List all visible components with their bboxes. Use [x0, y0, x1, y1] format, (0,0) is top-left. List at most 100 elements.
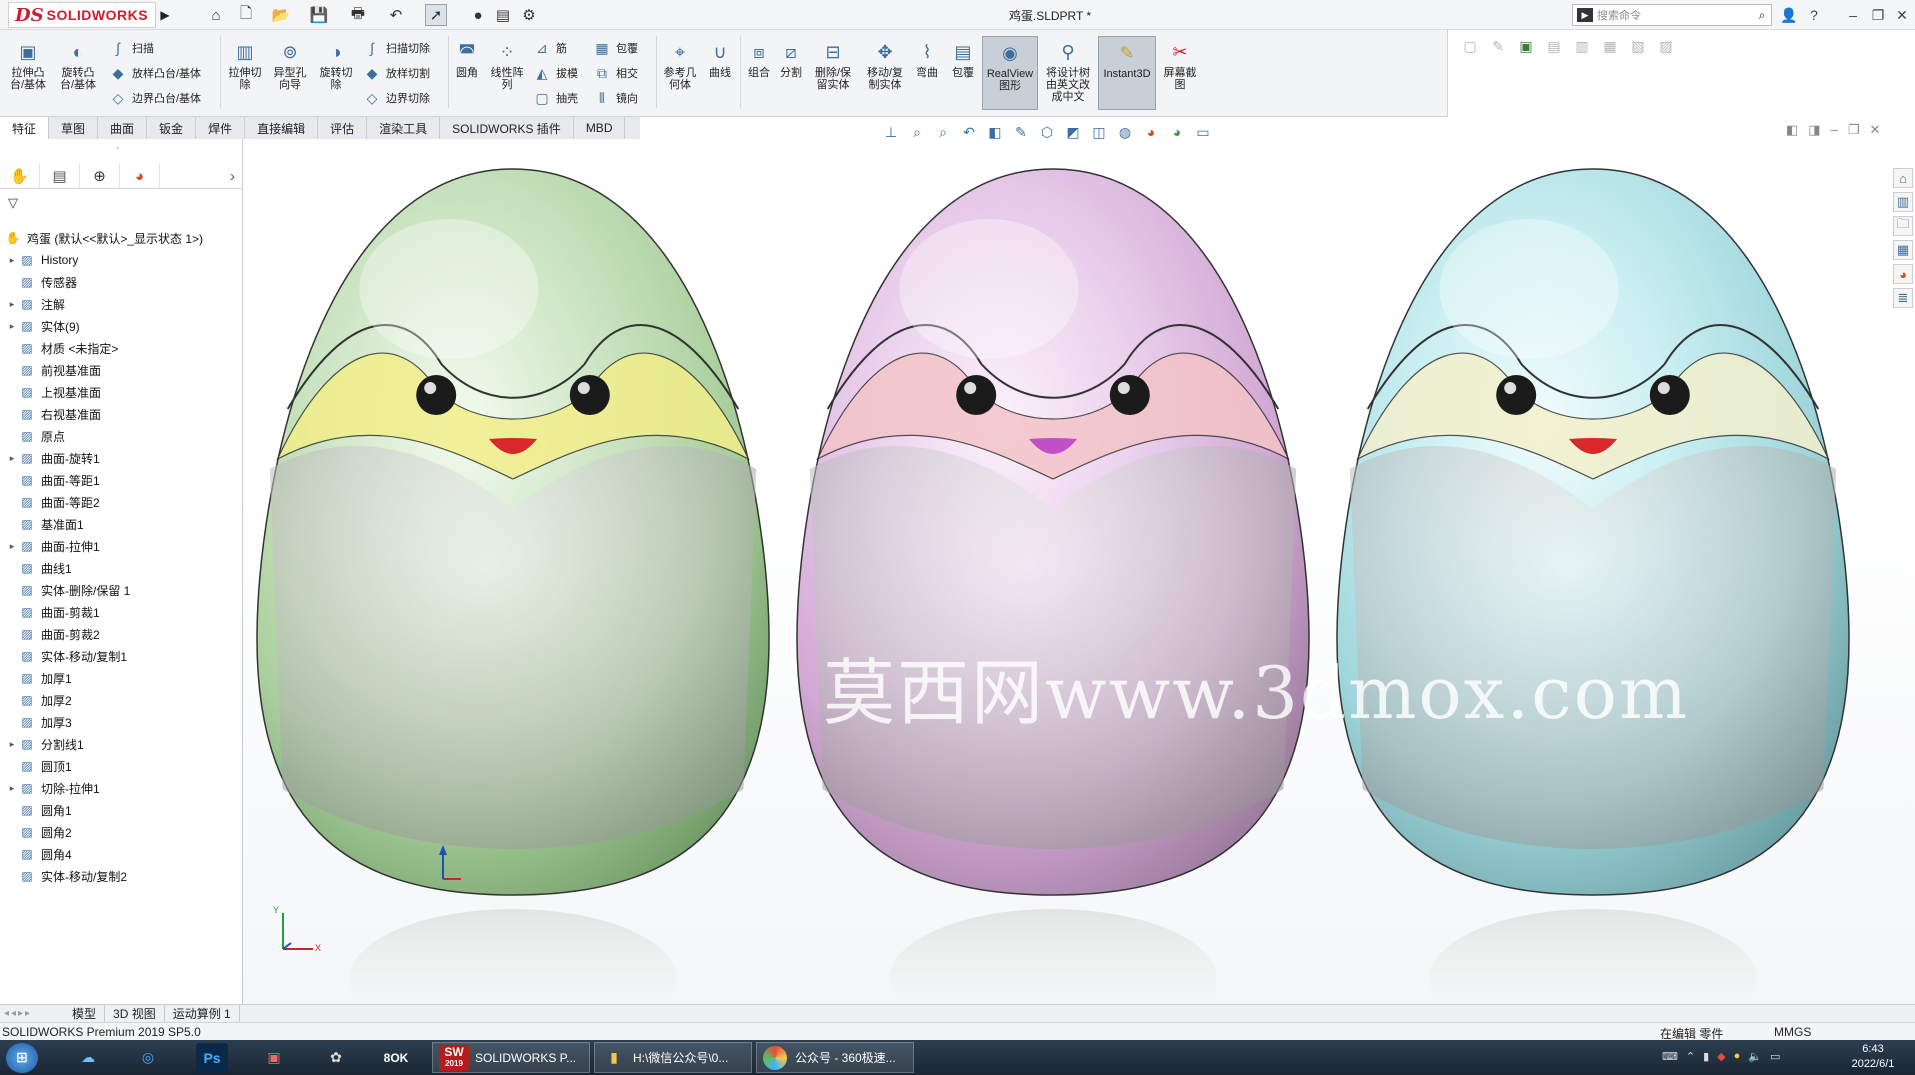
- minimize-icon[interactable]: –: [1842, 4, 1864, 26]
- taskbar-window-solidworks[interactable]: SW 2019 SOLIDWORKS P...: [432, 1042, 590, 1073]
- hide-show-icon[interactable]: ◫: [1088, 122, 1110, 142]
- view-palette-icon[interactable]: ▦: [1893, 240, 1913, 260]
- curves-button[interactable]: ∪ 曲线: [704, 40, 736, 79]
- toolbar-tool-icon[interactable]: ▦: [1599, 36, 1621, 56]
- tab-sheet-metal[interactable]: 钣金: [147, 117, 197, 139]
- tree-item[interactable]: ▨ 加厚3: [0, 711, 243, 733]
- rebuild-icon[interactable]: ●: [467, 4, 489, 26]
- print-icon[interactable]: 🖶: [347, 4, 369, 26]
- tab-direct-editing[interactable]: 直接编辑: [245, 117, 319, 139]
- expand-arrow-icon[interactable]: ▸: [6, 299, 18, 310]
- view-triad-icon[interactable]: [282, 913, 313, 950]
- tree-item[interactable]: ▸ ▨ 注解: [0, 293, 243, 315]
- tree-root[interactable]: ✋ 鸡蛋 (默认<<默认>_显示状态 1>): [4, 227, 244, 249]
- revolve-boss-button[interactable]: ◐ 旋转凸 台/基体: [56, 40, 100, 91]
- solidworks-resources-icon[interactable]: ⌂: [1893, 168, 1913, 188]
- cyan-egg[interactable]: [1336, 168, 1850, 1005]
- tab-solidworks-addins[interactable]: SOLIDWORKS 插件: [440, 117, 574, 139]
- toolbar-tool-icon[interactable]: ▥: [1571, 36, 1593, 56]
- zoom-area-icon[interactable]: ⌕: [932, 122, 954, 142]
- expand-arrow-icon[interactable]: ▸: [6, 453, 18, 464]
- expand-arrow-icon[interactable]: ▸: [6, 255, 18, 266]
- help-icon[interactable]: ?: [1803, 4, 1825, 26]
- menu-expand-icon[interactable]: ▶: [160, 7, 170, 23]
- hole-wizard-button[interactable]: ⊚ 异型孔 向导: [268, 40, 312, 91]
- tree-item[interactable]: ▨ 圆角4: [0, 843, 243, 865]
- save-icon[interactable]: 💾: [308, 4, 330, 26]
- apply-scene-icon[interactable]: ◕: [1140, 122, 1162, 142]
- swept-cut-button[interactable]: ∫ 扫描切除: [362, 38, 430, 58]
- expand-arrow-icon[interactable]: ▸: [6, 783, 18, 794]
- toolbar-tool-icon[interactable]: ▧: [1627, 36, 1649, 56]
- taskbar-app-onedrive[interactable]: ☁: [72, 1042, 104, 1073]
- view-cube-icon[interactable]: ⬡: [1036, 122, 1058, 142]
- tree-item[interactable]: ▨ 曲面-剪裁1: [0, 601, 243, 623]
- file-explorer-icon[interactable]: 🗀: [1893, 216, 1913, 236]
- sweep-button[interactable]: ∫ 扫描: [108, 38, 154, 58]
- pink-egg[interactable]: [796, 168, 1310, 1005]
- tree-item[interactable]: ▨ 实体-移动/复制1: [0, 645, 243, 667]
- tree-item[interactable]: ▨ 上视基准面: [0, 381, 243, 403]
- restore-icon[interactable]: ❐: [1867, 4, 1889, 26]
- translate-tree-button[interactable]: ⚲ 将设计树 由英文改 成中文: [1042, 40, 1094, 103]
- home-icon[interactable]: ⌂: [205, 4, 227, 26]
- new-document-icon[interactable]: 🗋: [235, 4, 257, 26]
- graphics-area[interactable]: Y X 莫西网www.3dmox.com: [243, 139, 1915, 1005]
- tree-item[interactable]: ▸ ▨ 切除-拉伸1: [0, 777, 243, 799]
- instant3d-button[interactable]: ✎ Instant3D: [1098, 36, 1156, 110]
- tree-item[interactable]: ▸ ▨ 分割线1: [0, 733, 243, 755]
- tree-item[interactable]: ▨ 实体-删除/保留 1: [0, 579, 243, 601]
- tree-item[interactable]: ▨ 曲面-等距2: [0, 491, 243, 513]
- tree-item[interactable]: ▨ 加厚2: [0, 689, 243, 711]
- tree-item[interactable]: ▸ ▨ 曲面-拉伸1: [0, 535, 243, 557]
- boundary-boss-button[interactable]: ◇ 边界凸台/基体: [108, 88, 201, 108]
- tree-item[interactable]: ▨ 实体-移动/复制2: [0, 865, 243, 887]
- tab-evaluate[interactable]: 评估: [318, 117, 368, 139]
- fillet-button[interactable]: ◚ 圆角: [452, 40, 482, 79]
- revolve-cut-button[interactable]: ◑ 旋转切 除: [314, 40, 358, 91]
- tree-item[interactable]: ▨ 曲面-等距1: [0, 469, 243, 491]
- keyboard-icon[interactable]: ⌨: [1662, 1050, 1678, 1063]
- tree-item[interactable]: ▸ ▨ 曲面-旋转1: [0, 447, 243, 469]
- feature-tree-tab-icon[interactable]: ✋: [0, 163, 40, 189]
- view-orientation-icon[interactable]: ⊥: [880, 122, 902, 142]
- toolbar-tool-icon[interactable]: ✎: [1487, 36, 1509, 56]
- toolbar-tool-icon[interactable]: ▢: [1459, 36, 1481, 56]
- wrap-button[interactable]: ▦ 包覆: [592, 38, 638, 58]
- boundary-cut-button[interactable]: ◇ 边界切除: [362, 88, 430, 108]
- display-style-icon[interactable]: ◩: [1062, 122, 1084, 142]
- undo-icon[interactable]: ↶: [385, 4, 407, 26]
- security-icon[interactable]: ◆: [1717, 1050, 1725, 1063]
- file-properties-icon[interactable]: ▤: [492, 4, 514, 26]
- filter-icon[interactable]: ▽: [8, 195, 18, 211]
- taskbar-app-paint[interactable]: ▣: [258, 1042, 290, 1073]
- property-manager-tab-icon[interactable]: ▤: [40, 163, 80, 189]
- tab-3d-views[interactable]: 3D 视图: [105, 1004, 165, 1023]
- tree-item[interactable]: ▨ 圆顶1: [0, 755, 243, 777]
- toolbar-tool-icon[interactable]: ▨: [1655, 36, 1677, 56]
- panel-expand-icon[interactable]: ◨: [1808, 122, 1820, 142]
- tray-expand-icon[interactable]: ⌃: [1686, 1050, 1695, 1063]
- tree-item[interactable]: ▨ 传感器: [0, 271, 243, 293]
- tree-item[interactable]: ▨ 前视基准面: [0, 359, 243, 381]
- ime-icon[interactable]: ●: [1734, 1050, 1741, 1063]
- loft-boss-button[interactable]: ◆ 放样凸台/基体: [108, 63, 201, 83]
- toolbar-tool-icon[interactable]: ▣: [1515, 36, 1537, 56]
- edit-appearance-icon[interactable]: ◍: [1114, 122, 1136, 142]
- panel-grip-icon[interactable]: ◦: [116, 143, 120, 154]
- flex-button[interactable]: ⌇ 弯曲: [912, 40, 942, 79]
- view-settings-icon[interactable]: ◕: [1166, 122, 1188, 142]
- open-icon[interactable]: 📂: [270, 4, 292, 26]
- lofted-cut-button[interactable]: ◆ 放样切割: [362, 63, 430, 83]
- appearances-icon[interactable]: ◕: [1893, 264, 1913, 284]
- combine-button[interactable]: ⧈ 组合: [744, 40, 774, 79]
- split-button[interactable]: ⧄ 分割: [776, 40, 806, 79]
- tab-scroll-arrows-icon[interactable]: ◂◂▸▸: [0, 1008, 64, 1019]
- tab-features[interactable]: 特征: [0, 117, 50, 139]
- mirror-button[interactable]: ⫴ 镜向: [592, 88, 638, 108]
- taskbar-app-photoshop[interactable]: Ps: [196, 1042, 228, 1073]
- intersect-button[interactable]: ⧉ 相交: [592, 63, 638, 83]
- tab-motion-study[interactable]: 运动算例 1: [165, 1004, 240, 1023]
- taskbar-window-folder[interactable]: ▮ H:\微信公众号\0...: [594, 1042, 752, 1073]
- chevron-right-icon[interactable]: ›: [160, 163, 243, 189]
